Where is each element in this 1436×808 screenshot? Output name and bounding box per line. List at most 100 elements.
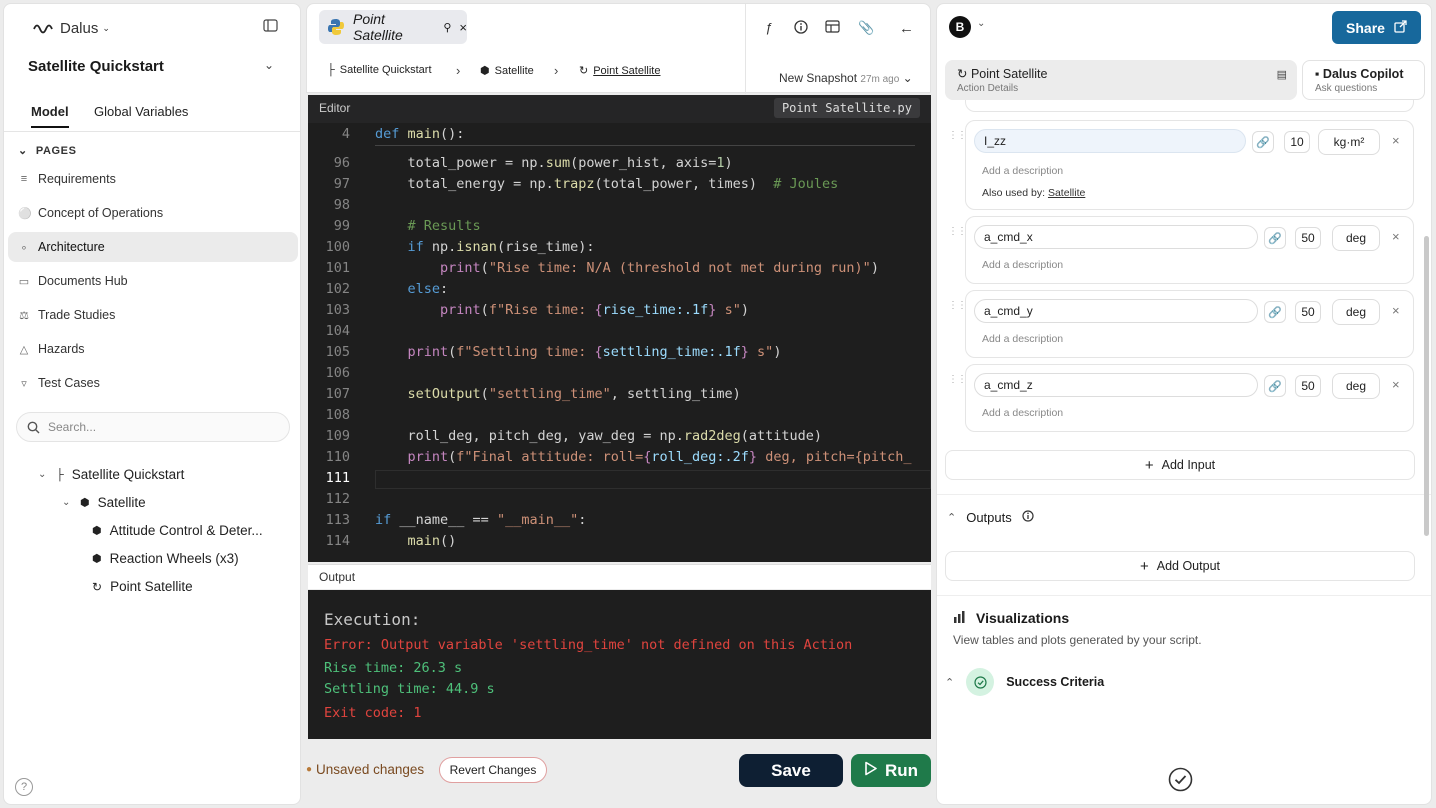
- tree-item-reaction-wheels[interactable]: ⬢ Reaction Wheels (x3): [92, 551, 239, 566]
- share-button[interactable]: Share: [1332, 11, 1421, 44]
- tree-item-satellite[interactable]: ⌄ ⬢ Satellite: [62, 495, 146, 510]
- drag-handle-icon[interactable]: ⋮⋮: [948, 300, 967, 311]
- breadcrumb-item[interactable]: ↻ Point Satellite: [579, 64, 660, 78]
- remove-icon[interactable]: ×: [1392, 303, 1400, 318]
- pages-header[interactable]: ⌄ PAGES: [18, 144, 77, 158]
- avatar[interactable]: B: [949, 16, 971, 38]
- input-card: I_zz 🔗 10 kg·m² × Add a description Also…: [965, 120, 1414, 210]
- info-icon[interactable]: [1022, 510, 1034, 525]
- sidebar-item-architecture[interactable]: ∘ Architecture: [8, 232, 298, 262]
- remove-icon[interactable]: ×: [1392, 377, 1400, 392]
- tab-model[interactable]: Model: [31, 104, 69, 128]
- save-button[interactable]: Save: [739, 754, 843, 787]
- sidebar-tabs: Model Global Variables: [4, 100, 300, 132]
- sidebar-item-trade-studies[interactable]: ⚖ Trade Studies: [8, 300, 298, 330]
- logo[interactable]: Dalus ⌄: [32, 20, 110, 37]
- tab-copilot-sub: Ask questions: [1315, 83, 1378, 94]
- input-description[interactable]: Add a description: [982, 333, 1063, 345]
- tab-global-variables[interactable]: Global Variables: [94, 104, 188, 119]
- input-value-field[interactable]: 10: [1284, 131, 1310, 153]
- output-line: Error: Output variable 'settling_time' n…: [324, 637, 853, 653]
- scrollbar[interactable]: [1424, 236, 1429, 536]
- cube-icon: ⬢: [480, 65, 490, 77]
- info-icon[interactable]: [794, 20, 808, 37]
- remove-icon[interactable]: ×: [1392, 229, 1400, 244]
- tab-dalus-copilot[interactable]: ▪ Dalus Copilot Ask questions: [1302, 60, 1425, 100]
- run-button[interactable]: Run: [851, 754, 931, 787]
- sidebar-item-hazards[interactable]: △ Hazards: [8, 334, 298, 364]
- outputs-label: Outputs: [966, 510, 1012, 525]
- logo-text: Dalus: [60, 20, 99, 37]
- add-output-button[interactable]: + Add Output: [945, 551, 1415, 581]
- code-editor[interactable]: Editor Point Satellite.py 4 96 97 98 99 1…: [308, 95, 931, 562]
- input-description[interactable]: Add a description: [982, 259, 1063, 271]
- paperclip-icon[interactable]: 📎: [858, 20, 874, 36]
- link-icon[interactable]: 🔗: [1252, 131, 1274, 153]
- back-arrow-icon[interactable]: ←: [899, 20, 914, 37]
- nav-label: Test Cases: [38, 376, 100, 390]
- nav-label: Hazards: [38, 342, 85, 356]
- remove-icon[interactable]: ×: [1392, 133, 1400, 148]
- tree-item-satellite-quickstart[interactable]: ⌄ ├ Satellite Quickstart: [38, 467, 184, 482]
- snapshot-dropdown[interactable]: New Snapshot 27m ago ⌄: [779, 71, 913, 85]
- chevron-down-icon[interactable]: ⌄: [264, 58, 274, 72]
- file-tab-label: Point Satellite: [353, 11, 403, 43]
- tree-item-point-satellite[interactable]: ↻ Point Satellite: [92, 579, 193, 594]
- layout-icon[interactable]: [825, 20, 840, 36]
- breadcrumb-label: Satellite: [494, 64, 534, 77]
- line-gutter: 4 96 97 98 99 100 101 102 103 104 105 10…: [308, 123, 360, 562]
- check-circle-icon[interactable]: [1168, 767, 1193, 797]
- sidebar-toggle-icon[interactable]: [263, 19, 278, 32]
- input-name-field[interactable]: a_cmd_y: [974, 299, 1258, 323]
- tree-item-attitude-control[interactable]: ⬢ Attitude Control & Deter...: [92, 523, 263, 538]
- bar-chart-icon: [953, 610, 966, 626]
- chart-icon[interactable]: ▤: [1277, 68, 1287, 81]
- success-criteria-header[interactable]: ⌃ Success Criteria: [945, 668, 1104, 696]
- chevron-down-icon[interactable]: ⌄: [977, 18, 985, 29]
- breadcrumb-item[interactable]: ⬢ Satellite: [480, 64, 534, 78]
- link-icon[interactable]: 🔗: [1264, 375, 1286, 397]
- breadcrumb-item[interactable]: ├ Satellite Quickstart: [327, 64, 432, 76]
- input-unit-field[interactable]: kg·m²: [1318, 129, 1380, 155]
- input-unit-field[interactable]: deg: [1332, 225, 1380, 251]
- input-unit-field[interactable]: deg: [1332, 373, 1380, 399]
- tab-action-sub: Action Details: [957, 83, 1019, 94]
- cube-icon: ⬢: [92, 525, 102, 537]
- link-icon[interactable]: 🔗: [1264, 227, 1286, 249]
- input-value-field[interactable]: 50: [1295, 375, 1321, 397]
- code-line: def main():: [375, 126, 465, 142]
- sidebar-item-documents-hub[interactable]: ▭ Documents Hub: [8, 266, 298, 296]
- input-card: a_cmd_y 🔗 50 deg × Add a description: [965, 290, 1414, 358]
- sidebar-item-requirements[interactable]: ≡ Requirements: [8, 164, 298, 194]
- function-icon[interactable]: ƒ: [765, 20, 772, 35]
- input-name-field[interactable]: a_cmd_z: [974, 373, 1258, 397]
- current-line-highlight: [375, 470, 931, 489]
- input-value-field[interactable]: 50: [1295, 301, 1321, 323]
- sidebar-item-concept-of-operations[interactable]: ⚪ Concept of Operations: [8, 198, 298, 228]
- input-name-field[interactable]: I_zz: [974, 129, 1246, 153]
- line-number: 101: [325, 260, 350, 276]
- input-unit-field[interactable]: deg: [1332, 299, 1380, 325]
- sidebar-item-test-cases[interactable]: ▿ Test Cases: [8, 368, 298, 398]
- tab-action-details[interactable]: ↻ Point Satellite Action Details ▤: [945, 60, 1297, 100]
- add-input-button[interactable]: + Add Input: [945, 450, 1415, 480]
- editor-header: Point Satellite ⚲ × ƒ 📎 ← ├ Satellite Qui…: [306, 3, 931, 94]
- also-used-by-link[interactable]: Satellite: [1048, 187, 1085, 199]
- drag-handle-icon[interactable]: ⋮⋮: [948, 374, 967, 385]
- pin-icon[interactable]: ⚲: [443, 21, 451, 34]
- outputs-header[interactable]: ⌃ Outputs: [947, 510, 1034, 525]
- file-tab[interactable]: Point Satellite ⚲ ×: [319, 10, 467, 44]
- project-title[interactable]: Satellite Quickstart: [28, 58, 164, 75]
- input-value-field[interactable]: 50: [1295, 227, 1321, 249]
- drag-handle-icon[interactable]: ⋮⋮: [948, 130, 967, 141]
- input-description[interactable]: Add a description: [982, 407, 1063, 419]
- help-button[interactable]: ?: [15, 778, 33, 796]
- input-description[interactable]: Add a description: [982, 165, 1063, 177]
- drag-handle-icon[interactable]: ⋮⋮: [948, 226, 967, 237]
- input-name-field[interactable]: a_cmd_x: [974, 225, 1258, 249]
- close-icon[interactable]: ×: [459, 20, 467, 35]
- search-input[interactable]: Search...: [16, 412, 290, 442]
- link-icon[interactable]: 🔗: [1264, 301, 1286, 323]
- revert-changes-button[interactable]: Revert Changes: [439, 757, 547, 783]
- output-line: Exit code: 1: [324, 705, 422, 721]
